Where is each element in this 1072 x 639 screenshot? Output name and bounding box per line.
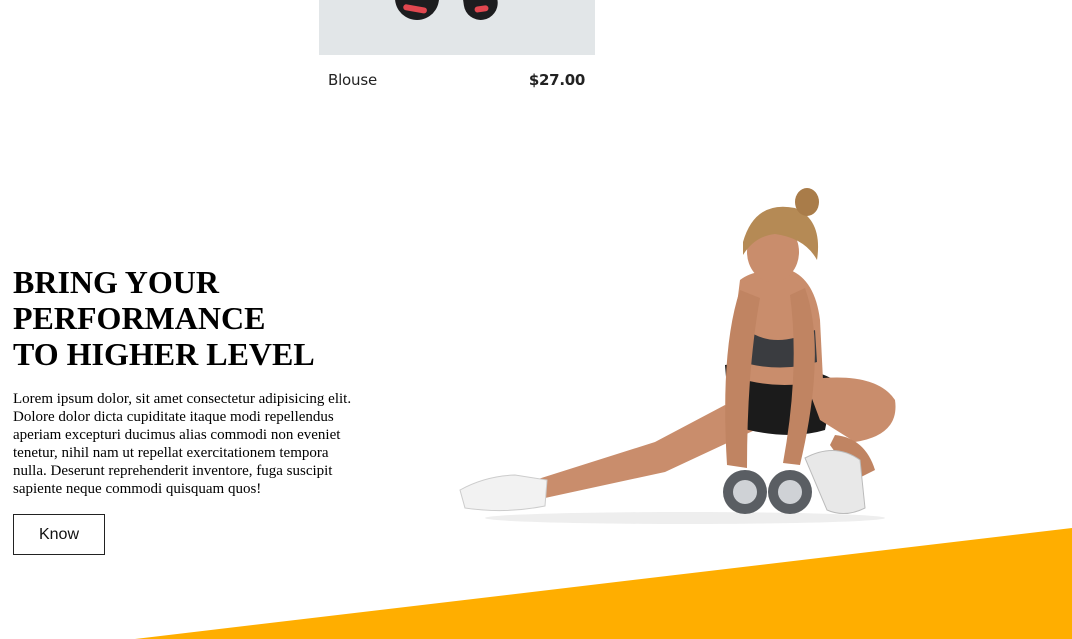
hero-title: BRING YOUR PERFORMANCE TO HIGHER LEVEL xyxy=(13,264,363,372)
product-image[interactable] xyxy=(319,0,595,55)
product-meta: Blouse $27.00 xyxy=(319,71,595,99)
hero-text-block: BRING YOUR PERFORMANCE TO HIGHER LEVEL L… xyxy=(13,264,363,555)
product-price: $27.00 xyxy=(528,71,585,89)
hero-description: Lorem ipsum dolor, sit amet consectetur … xyxy=(13,391,352,497)
know-button[interactable]: Know xyxy=(13,514,105,555)
hero-title-line-1: BRING YOUR xyxy=(13,264,219,300)
sneaker-right-image xyxy=(460,0,500,23)
sneaker-left-image xyxy=(391,0,443,24)
hero-title-line-3: TO HIGHER LEVEL xyxy=(13,336,315,372)
hero-title-line-2: PERFORMANCE xyxy=(13,300,266,336)
product-card[interactable]: Blouse $27.00 xyxy=(319,0,595,99)
product-name[interactable]: Blouse xyxy=(328,71,377,89)
athlete-image xyxy=(459,188,896,524)
